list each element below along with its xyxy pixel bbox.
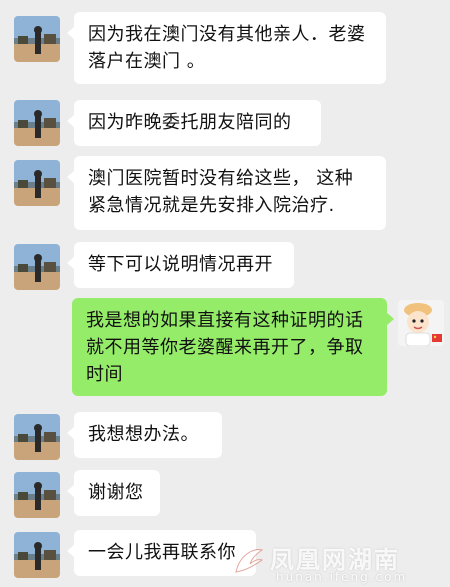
watermark: 凤凰网湖南 hunan.ifeng.com: [232, 538, 450, 587]
watermark-url: hunan.ifeng.com: [276, 570, 408, 584]
contact-avatar[interactable]: [14, 472, 60, 518]
chat-window: 因为我在澳门没有其他亲人．老婆 落户在澳门 。 因为昨晚委托朋友陪同的 澳门医院…: [0, 0, 450, 587]
message-bubble[interactable]: 一会儿我再联系你: [67, 530, 256, 576]
message-bubble[interactable]: 我想想办法。: [67, 412, 222, 458]
contact-avatar[interactable]: [14, 16, 60, 62]
self-avatar[interactable]: [398, 300, 444, 346]
message-bubble[interactable]: 澳门医院暂时没有给这些， 这种 紧急情况就是先安排入院治疗.: [67, 156, 386, 230]
message-bubble[interactable]: 因为我在澳门没有其他亲人．老婆 落户在澳门 。: [67, 12, 386, 84]
contact-avatar[interactable]: [14, 532, 60, 578]
message-bubble-outgoing[interactable]: 我是想的如果直接有这种证明的话 就不用等你老婆醒来再开了，争取 时间: [72, 298, 394, 396]
message-bubble[interactable]: 谢谢您: [67, 470, 160, 516]
contact-avatar[interactable]: [14, 244, 60, 290]
message-bubble[interactable]: 等下可以说明情况再开: [67, 242, 294, 288]
message-bubble[interactable]: 因为昨晚委托朋友陪同的: [67, 100, 321, 146]
contact-avatar[interactable]: [14, 414, 60, 460]
contact-avatar[interactable]: [14, 160, 60, 206]
contact-avatar[interactable]: [14, 100, 60, 146]
phoenix-logo-icon: [235, 549, 264, 573]
